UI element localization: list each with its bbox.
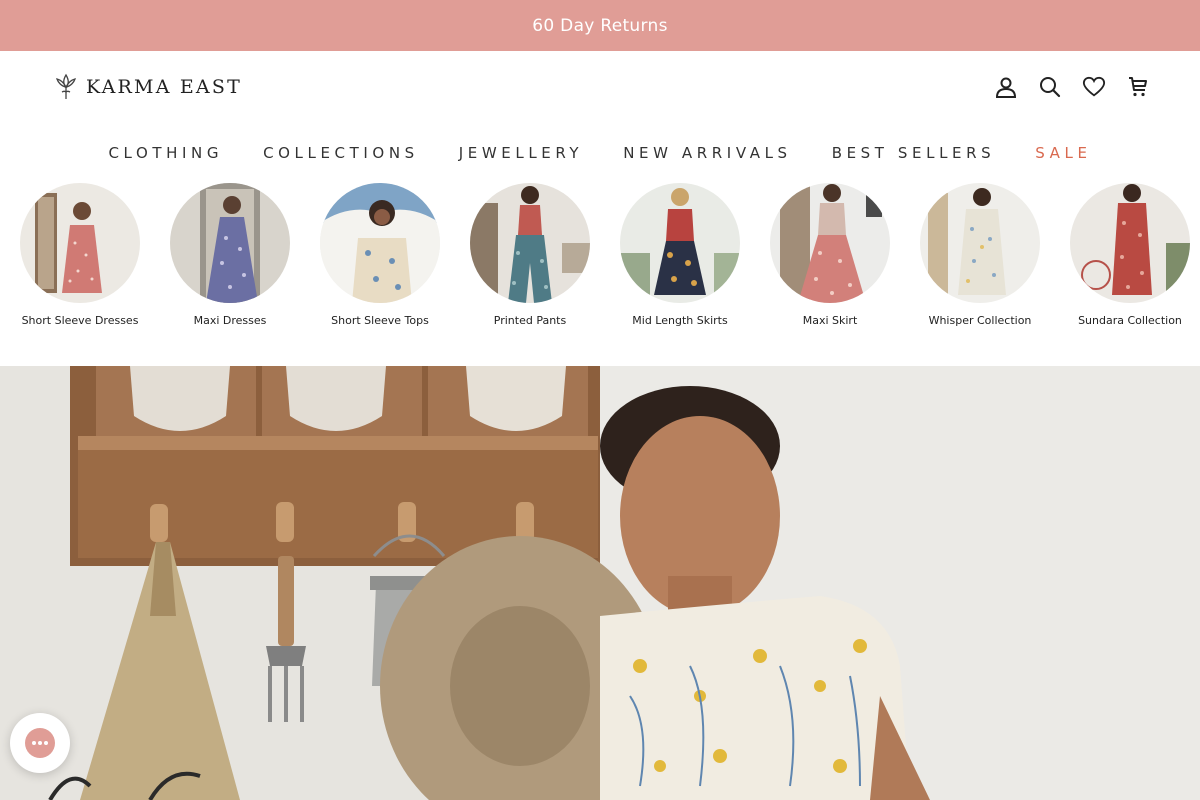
lotus-icon <box>56 73 76 99</box>
category-short-sleeve-tops[interactable]: Short Sleeve Tops <box>310 183 450 327</box>
nav-item-clothing[interactable]: CLOTHING <box>88 140 243 166</box>
category-maxi-dresses[interactable]: Maxi Dresses <box>160 183 300 327</box>
announcement-bar: 60 Day Returns <box>0 0 1200 51</box>
category-mid-length-skirts[interactable]: Mid Length Skirts <box>610 183 750 327</box>
brand-name: KARMA EAST <box>86 76 242 98</box>
category-carousel: Short Sleeve Dresses Maxi Dresses Short … <box>0 183 1200 343</box>
nav-item-collections[interactable]: COLLECTIONS <box>243 140 439 166</box>
hero-image <box>0 366 1200 800</box>
category-label: Mid Length Skirts <box>632 314 728 327</box>
chat-bubble-icon <box>25 728 55 758</box>
account-icon <box>995 77 1017 98</box>
wishlist-heart-icon <box>1082 76 1106 97</box>
search-button[interactable] <box>1038 74 1062 100</box>
category-image <box>170 183 290 303</box>
category-label: Whisper Collection <box>928 314 1032 327</box>
category-image <box>320 183 440 303</box>
nav-item-jewellery[interactable]: JEWELLERY <box>439 140 603 166</box>
account-button[interactable] <box>994 74 1018 100</box>
category-image <box>920 183 1040 303</box>
nav-item-new-arrivals[interactable]: NEW ARRIVALS <box>603 140 811 166</box>
nav-item-best-sellers[interactable]: BEST SELLERS <box>812 140 1016 166</box>
main-nav: CLOTHING COLLECTIONS JEWELLERY NEW ARRIV… <box>0 140 1200 166</box>
category-image <box>470 183 590 303</box>
hero-banner[interactable] <box>0 366 1200 800</box>
category-label: Maxi Skirt <box>802 314 858 327</box>
category-sundara-collection[interactable]: Sundara Collection <box>1060 183 1200 327</box>
chat-button[interactable] <box>10 713 70 773</box>
category-image <box>20 183 140 303</box>
cart-button[interactable] <box>1126 74 1150 100</box>
category-image <box>620 183 740 303</box>
category-label: Sundara Collection <box>1078 314 1182 327</box>
category-image <box>770 183 890 303</box>
category-label: Printed Pants <box>493 314 567 327</box>
category-maxi-skirt[interactable]: Maxi Skirt <box>760 183 900 327</box>
cart-icon <box>1129 77 1147 97</box>
category-image <box>1070 183 1190 303</box>
category-label: Short Sleeve Dresses <box>21 314 139 327</box>
site-header: KARMA EAST <box>0 51 1200 126</box>
nav-item-sale[interactable]: SALE <box>1015 140 1111 166</box>
category-label: Maxi Dresses <box>193 314 267 327</box>
header-icons <box>994 74 1150 100</box>
search-icon <box>1040 77 1061 98</box>
category-short-sleeve-dresses[interactable]: Short Sleeve Dresses <box>10 183 150 327</box>
category-printed-pants[interactable]: Printed Pants <box>460 183 600 327</box>
wishlist-button[interactable] <box>1082 74 1106 100</box>
announcement-text: 60 Day Returns <box>532 15 668 36</box>
brand-logo[interactable]: KARMA EAST <box>54 73 242 101</box>
category-label: Short Sleeve Tops <box>331 314 429 327</box>
category-whisper-collection[interactable]: Whisper Collection <box>910 183 1050 327</box>
